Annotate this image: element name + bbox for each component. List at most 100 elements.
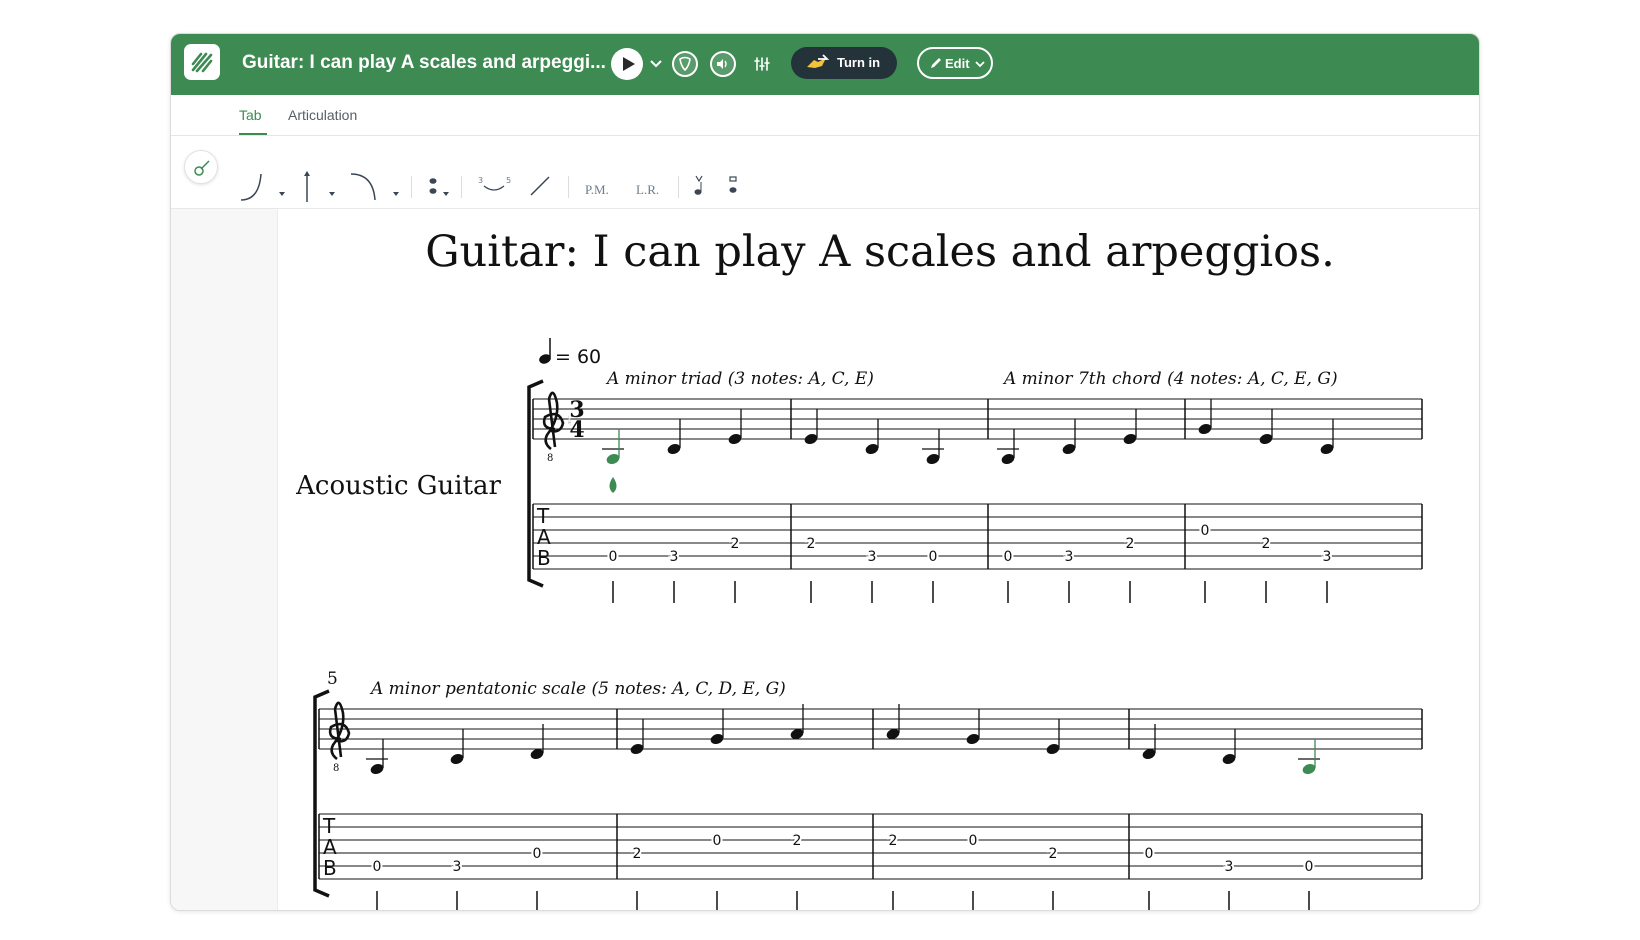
caret-down-icon [393, 192, 399, 196]
tie-button[interactable]: 3 5 [476, 174, 512, 203]
app-logo-icon[interactable] [184, 44, 220, 80]
tab-fret-number: 0 [929, 549, 938, 565]
strum-up-button[interactable] [727, 172, 739, 205]
caret-down-icon [329, 192, 335, 196]
slur-icon [240, 173, 262, 201]
tab-articulation[interactable]: Articulation [288, 107, 357, 123]
tie-icon: 3 5 [478, 176, 511, 191]
bend-icon [304, 171, 310, 202]
guitar-tool-button[interactable] [184, 150, 218, 184]
release-button[interactable] [349, 170, 379, 209]
document-title[interactable]: Guitar: I can play A scales and arpeggi.… [242, 52, 606, 74]
ribbon-tabs: Tab Articulation [171, 95, 1479, 136]
slur-options[interactable] [278, 184, 286, 202]
tab-fret-number: 0 [1305, 859, 1314, 875]
toolbar-divider [411, 176, 412, 198]
edit-label: Edit [945, 56, 970, 71]
tab-fret-number: 3 [670, 549, 679, 565]
treble-clef-icon [328, 701, 351, 761]
score-title: Guitar: I can play A scales and arpeggio… [425, 227, 1335, 277]
tab-fret-number: 0 [1145, 846, 1154, 862]
tab-fret-number: 0 [713, 833, 722, 849]
input-cursor-icon [609, 477, 617, 493]
strum-up-icon [729, 176, 737, 193]
tab-fret-number: 2 [1049, 846, 1058, 862]
measure-number: 5 [327, 669, 338, 689]
speaker-icon [717, 59, 727, 69]
tab-clef-letter: B [323, 856, 337, 880]
tab-fret-number: 2 [793, 833, 802, 849]
strum-down-icon [694, 175, 703, 195]
pencil-icon [931, 58, 941, 68]
slide-icon [530, 176, 550, 196]
toolbar-divider [678, 176, 679, 198]
score-editor-window: Guitar: I can play A scales and arpeggi.… [170, 33, 1480, 911]
tab-fret-number: 2 [633, 846, 642, 862]
tab-fret-number: 2 [1262, 536, 1271, 552]
tab-fret-number: 3 [1065, 549, 1074, 565]
annotation-text: A minor pentatonic scale (5 notes: A, C,… [369, 679, 786, 699]
mixer-icon [754, 57, 770, 71]
grace-note-button[interactable] [426, 172, 440, 205]
palm-mute-button[interactable]: P.M. [585, 182, 609, 198]
edit-button[interactable]: Edit [917, 47, 993, 79]
clef-octave-mark: 8 [547, 453, 553, 464]
svg-text:3: 3 [478, 176, 483, 185]
ghost-accidental: ♮ [567, 414, 572, 430]
tempo-marking: = 60 [555, 346, 601, 368]
turn-in-label: Turn in [837, 55, 881, 70]
instrument-name: Acoustic Guitar [295, 471, 501, 501]
chevron-down-icon [975, 61, 985, 68]
tab-fret-number: 3 [1323, 549, 1332, 565]
bend-button[interactable] [301, 170, 313, 209]
guitar-icon [194, 160, 210, 176]
grace-note-options[interactable] [442, 184, 450, 202]
slide-button[interactable] [528, 174, 552, 203]
toolbar-divider [568, 176, 569, 198]
caret-down-icon [443, 192, 449, 196]
let-ring-button[interactable]: L.R. [636, 182, 659, 198]
active-tab-indicator [239, 133, 267, 135]
tab-fret-number: 0 [373, 859, 382, 875]
tab-tab[interactable]: Tab [239, 107, 262, 123]
tab-fret-number: 0 [1201, 523, 1210, 539]
annotation-text: A minor triad (3 notes: A, C, E) [605, 369, 874, 389]
tab-fret-number: 2 [731, 536, 740, 552]
tab-fret-number: 2 [807, 536, 816, 552]
guitar-pick-icon [679, 56, 691, 72]
turn-in-button[interactable]: Turn in [791, 47, 897, 79]
slur-button[interactable] [239, 170, 267, 209]
left-sidebar [171, 209, 278, 910]
tab-fret-number: 3 [453, 859, 462, 875]
tab-fret-number: 0 [969, 833, 978, 849]
tab-fret-number: 3 [1225, 859, 1234, 875]
tab-fret-number: 2 [889, 833, 898, 849]
score-sheet: Guitar: I can play A scales and arpeggio… [295, 227, 1423, 910]
score-canvas[interactable]: Guitar: I can play A scales and arpeggio… [279, 209, 1479, 910]
clef-octave-mark: 8 [333, 763, 339, 774]
tab-fret-number: 0 [1004, 549, 1013, 565]
chevron-down-icon [650, 60, 662, 68]
strum-down-button[interactable] [693, 172, 705, 205]
tab-clef-letter: B [537, 546, 551, 570]
bend-options[interactable] [328, 184, 336, 202]
toolbar-divider [461, 176, 462, 198]
grace-note-icon [429, 178, 437, 194]
mixer-button[interactable] [748, 51, 774, 77]
tab-fret-number: 3 [868, 549, 877, 565]
tab-fret-number: 2 [1126, 536, 1135, 552]
play-button[interactable] [611, 48, 643, 80]
tuner-button[interactable] [672, 51, 698, 77]
play-icon [623, 57, 635, 71]
tab-toolbar: 3 5 P.M. L.R. [171, 136, 1479, 209]
hand-send-icon [807, 54, 830, 68]
play-options-button[interactable] [647, 52, 665, 76]
tab-fret-number: 0 [533, 846, 542, 862]
svg-text:5: 5 [506, 176, 511, 185]
release-icon [350, 173, 376, 201]
release-options[interactable] [392, 184, 400, 202]
tab-fret-number: 0 [609, 549, 618, 565]
volume-button[interactable] [710, 51, 736, 77]
annotation-text: A minor 7th chord (4 notes: A, C, E, G) [1002, 369, 1338, 389]
caret-down-icon [279, 192, 285, 196]
